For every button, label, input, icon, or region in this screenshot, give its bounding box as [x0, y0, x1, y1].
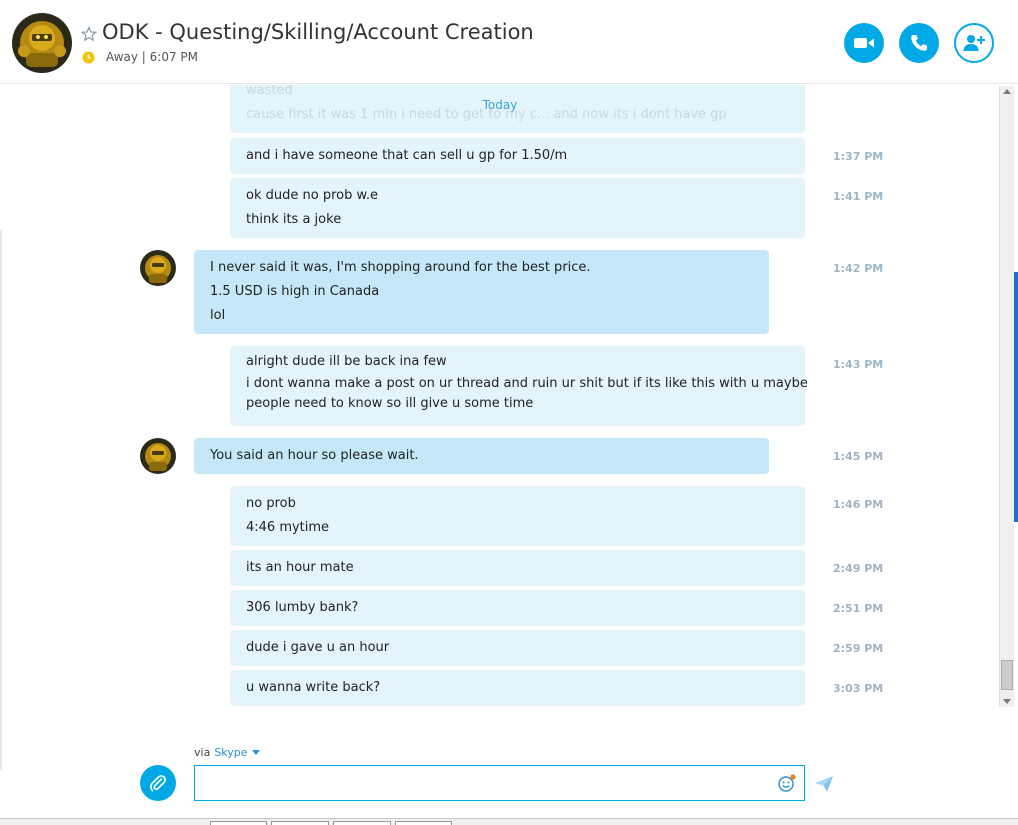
via-selector[interactable]: via Skype — [194, 746, 260, 759]
message-bubble: dude i gave u an hour — [230, 630, 805, 666]
message-timestamp: 1:41 PM — [833, 190, 884, 203]
presence-status: Away | 6:07 PM — [82, 50, 198, 64]
taskbar-tab[interactable] — [395, 821, 452, 825]
status-text: Away | 6:07 PM — [106, 50, 199, 64]
message-input[interactable] — [194, 765, 805, 801]
add-people-button[interactable] — [954, 23, 994, 63]
send-arrow-icon — [815, 776, 833, 792]
window-edge — [0, 230, 2, 770]
message-text: 1.5 USD is high in Canada — [210, 284, 380, 299]
message-text: You said an hour so please wait. — [210, 448, 419, 463]
favorite-star-icon[interactable] — [81, 26, 97, 42]
message-bubble: u wanna write back? — [230, 670, 805, 706]
scroll-up-arrow-icon[interactable] — [1003, 89, 1011, 94]
message-text: its an hour mate — [246, 560, 354, 575]
taskbar-tab[interactable] — [210, 821, 267, 825]
message-timestamp: 1:46 PM — [833, 498, 884, 511]
sender-avatar[interactable] — [140, 438, 176, 474]
message-timestamp: 1:43 PM — [833, 358, 884, 371]
window-edge — [1014, 272, 1018, 522]
chevron-down-icon[interactable] — [251, 750, 260, 755]
message-text: lol — [210, 308, 226, 323]
message-text: dude i gave u an hour — [246, 640, 390, 655]
taskbar-tab[interactable] — [333, 821, 391, 825]
via-service-link[interactable]: Skype — [214, 746, 247, 759]
message-timestamp: 1:45 PM — [833, 450, 884, 463]
message-text: no prob — [246, 496, 296, 511]
message-text: ok dude no prob w.e — [246, 188, 379, 203]
message-bubble: its an hour mate — [230, 550, 805, 586]
video-camera-icon — [854, 38, 874, 48]
contact-avatar[interactable] — [12, 13, 72, 73]
away-clock-icon — [82, 51, 95, 63]
message-timestamp: 1:37 PM — [833, 150, 884, 163]
message-timestamp: 1:42 PM — [833, 262, 884, 275]
message-text: 306 lumby bank? — [246, 600, 359, 615]
message-list[interactable]: wasted cause first it was 1 min i need t… — [0, 85, 1000, 707]
video-call-button[interactable] — [844, 23, 884, 63]
message-timestamp: 2:51 PM — [833, 602, 884, 615]
conversation-title: ODK - Questing/Skilling/Account Creation — [102, 20, 534, 44]
message-timestamp: 2:59 PM — [833, 642, 884, 655]
message-bubble: You said an hour so please wait. — [194, 438, 769, 474]
attach-file-button[interactable] — [140, 765, 176, 801]
conversation-header: ODK - Questing/Skilling/Account Creation… — [0, 0, 1018, 84]
audio-call-button[interactable] — [899, 23, 939, 63]
message-text: I never said it was, I'm shopping around… — [210, 260, 591, 275]
message-text: and i have someone that can sell u gp fo… — [246, 148, 568, 163]
taskbar-strip — [0, 818, 1018, 825]
scroll-thumb[interactable] — [1001, 660, 1013, 690]
message-timestamp: 3:03 PM — [833, 682, 884, 695]
chat-scrollbar[interactable] — [999, 86, 1014, 707]
message-bubble: alright dude ill be back ina few i dont … — [230, 346, 808, 426]
taskbar-tab[interactable] — [271, 821, 329, 825]
via-label: via — [194, 746, 211, 759]
message-text: i dont wanna make a post on ur thread an… — [246, 376, 808, 391]
message-text: alright dude ill be back ina few — [246, 354, 447, 369]
phone-icon — [911, 35, 927, 51]
message-bubble: 306 lumby bank? — [230, 590, 805, 626]
message-text: people need to know so ill give u some t… — [246, 396, 534, 411]
message-text: think its a joke — [246, 212, 342, 227]
smiley-icon — [778, 774, 796, 792]
send-button[interactable] — [814, 775, 834, 793]
paperclip-icon — [150, 775, 166, 792]
sender-avatar[interactable] — [140, 250, 176, 286]
message-bubble: no prob 4:46 mytime — [230, 486, 805, 546]
message-bubble: and i have someone that can sell u gp fo… — [230, 138, 805, 174]
emoticon-button[interactable] — [777, 773, 797, 793]
date-separator: Today — [482, 98, 518, 112]
message-bubble: I never said it was, I'm shopping around… — [194, 250, 769, 334]
message-bubble: ok dude no prob w.e think its a joke — [230, 178, 805, 238]
message-timestamp: 2:49 PM — [833, 562, 884, 575]
message-text: u wanna write back? — [246, 680, 381, 695]
message-text: 4:46 mytime — [246, 520, 330, 535]
scroll-down-arrow-icon[interactable] — [1003, 699, 1011, 704]
add-person-icon — [963, 35, 985, 51]
